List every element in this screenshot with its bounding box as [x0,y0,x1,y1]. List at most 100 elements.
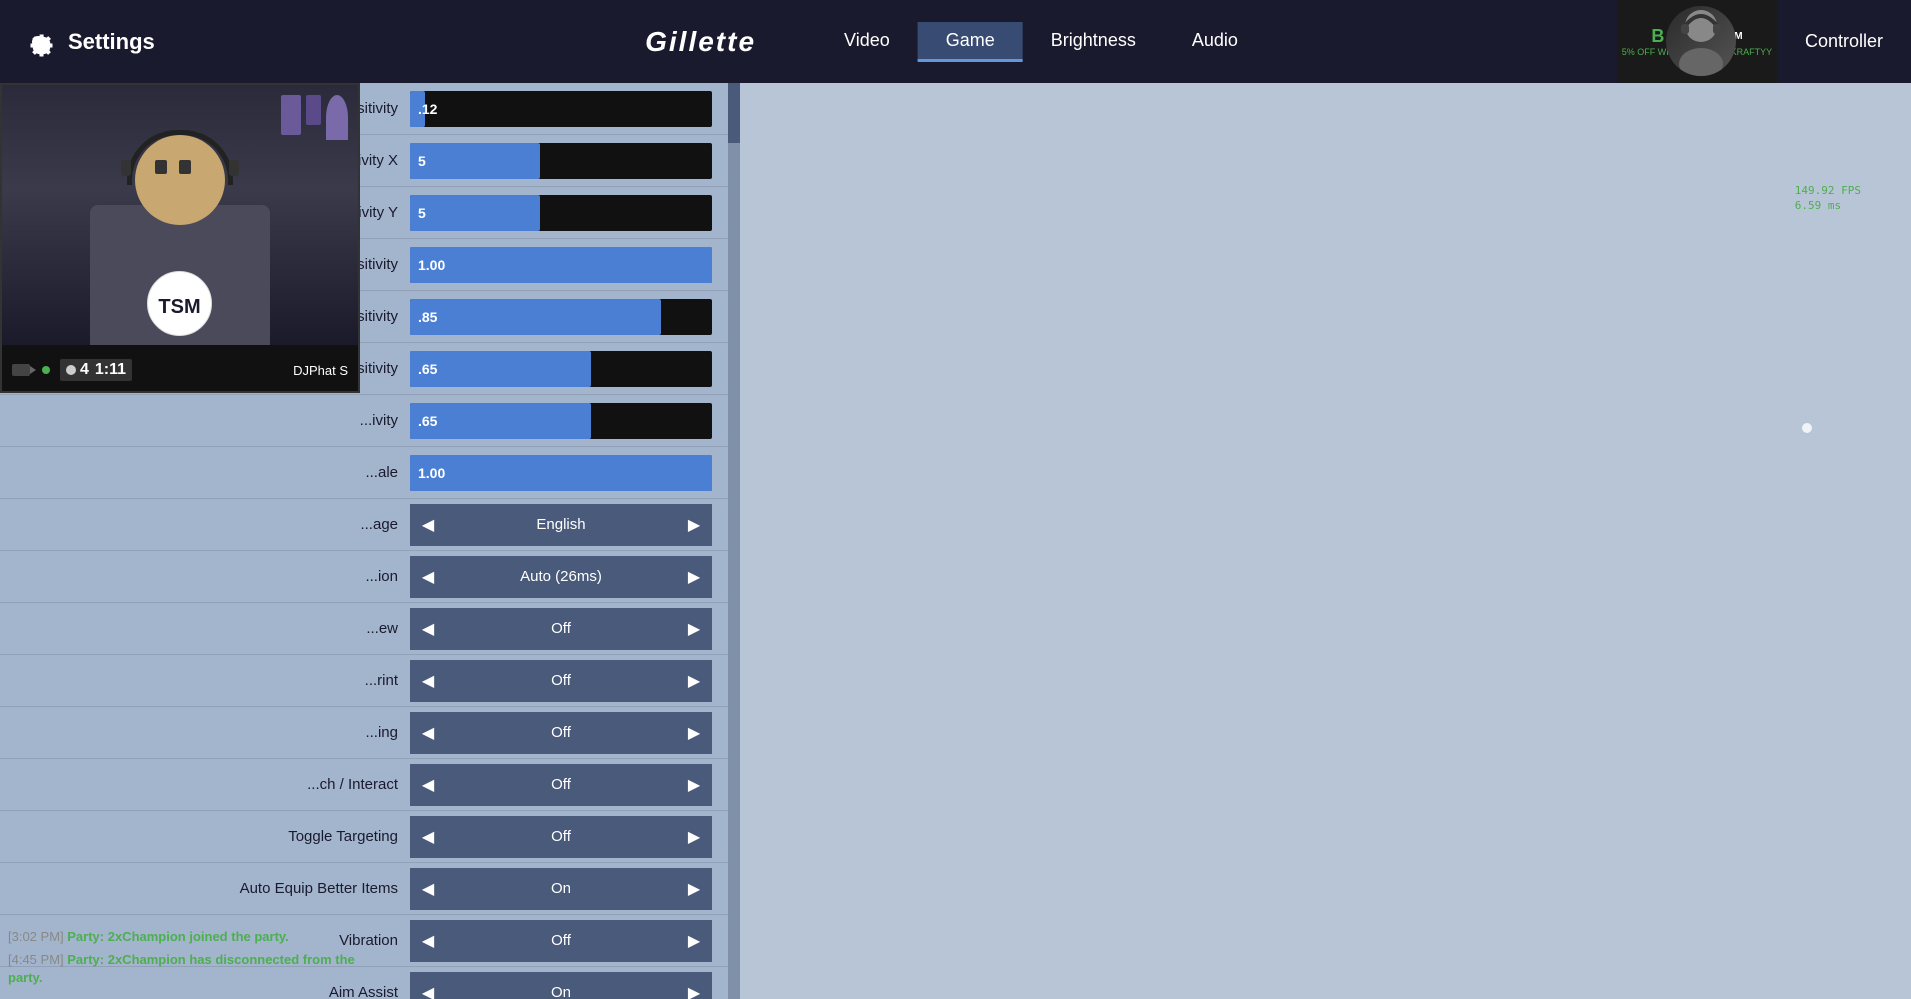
label-auto-equip-better-items: Auto Equip Better Items [0,880,410,897]
toggle-targeting-next-button[interactable]: ▶ [676,816,712,858]
row-footprint: ...rint ◀ Off ▶ [0,655,740,707]
right-area: 149.92 FPS 6.59 ms [740,83,1911,999]
footprint-value: Off [446,660,676,702]
camera-lens-icon [30,366,36,374]
vibration-prev-button[interactable]: ◀ [410,920,446,962]
control-controller-sensitivity-x[interactable]: 5 [410,135,740,186]
search-interact-value: Off [446,764,676,806]
control-aim-assist: ◀ On ▶ [410,967,740,999]
slider-fill-scope: .85 [410,299,661,335]
selector-search-interact: ◀ Off ▶ [410,764,712,806]
header-right: B TSMSHOP.COM 5% OFF WITH CODE TSMKRAFTY… [1617,0,1911,83]
avatar-circle [1666,6,1736,76]
chat-overlay: [3:02 PM] Party: 2xChampion joined the p… [0,920,400,999]
selector-footprint: ◀ Off ▶ [410,660,712,702]
streamer-avatar [1651,0,1751,83]
footprint-next-button[interactable]: ▶ [676,660,712,702]
footprint-prev-button[interactable]: ◀ [410,660,446,702]
tab-audio[interactable]: Audio [1164,22,1266,62]
settings-title-area: Settings [0,24,200,60]
cursor [1802,423,1812,433]
aim-assist-value: On [446,972,676,999]
tsm-logo-svg: TSM [147,271,212,336]
slider-ui-scale[interactable]: 1.00 [410,455,712,491]
slider-fill-ads: 1.00 [410,247,712,283]
value-mouse-scope-sensitivity: .85 [418,309,437,325]
webcam-icons [12,364,30,376]
control-controller-sensitivity-y[interactable]: 5 [410,187,740,238]
input-method-next-button[interactable]: ▶ [676,556,712,598]
headphone-left [121,160,131,176]
value-mouse-ads-sensitivity: 1.00 [418,257,445,273]
language-next-button[interactable]: ▶ [676,504,712,546]
search-interact-prev-button[interactable]: ◀ [410,764,446,806]
selector-vibration: ◀ Off ▶ [410,920,712,962]
selector-building: ◀ Off ▶ [410,712,712,754]
auto-equip-next-button[interactable]: ▶ [676,868,712,910]
nav-tabs: Video Game Brightness Audio [816,22,1266,62]
control-auto-equip-better-items: ◀ On ▶ [410,863,740,914]
selector-aim-assist: ◀ On ▶ [410,972,712,999]
vibration-next-button[interactable]: ▶ [676,920,712,962]
live-dot [42,366,50,374]
slider-fill-mouse-sensitivity: .12 [410,91,425,127]
region-preview-next-button[interactable]: ▶ [676,608,712,650]
aim-assist-next-button[interactable]: ▶ [676,972,712,999]
toggle-targeting-prev-button[interactable]: ◀ [410,816,446,858]
control-ui-scale[interactable]: 1.00 [410,447,740,498]
slider-mouse-sensitivity[interactable]: .12 [410,91,712,127]
slider-mouse-ads-sensitivity[interactable]: 1.00 [410,247,712,283]
slider-controller-sensitivity-x[interactable]: 5 [410,143,712,179]
row-language: ...age ◀ English ▶ [0,499,740,551]
slider-fill-cads: .65 [410,351,591,387]
row-search-interact: ...ch / Interact ◀ Off ▶ [0,759,740,811]
control-controller-scope-sensitivity[interactable]: .65 [410,395,740,446]
row-toggle-targeting: Toggle Targeting ◀ Off ▶ [0,811,740,863]
fps-line2: 6.59 ms [1795,198,1861,213]
control-controller-ads-sensitivity[interactable]: .65 [410,343,740,394]
kills-count: 4 [80,361,89,379]
slider-fill-x: 5 [410,143,540,179]
slider-controller-scope-sensitivity[interactable]: .65 [410,403,712,439]
label-input-method: ...ion [0,568,410,585]
building-next-button[interactable]: ▶ [676,712,712,754]
tsm-logo: TSM [147,271,212,336]
tab-controller[interactable]: Controller [1777,23,1911,60]
input-method-prev-button[interactable]: ◀ [410,556,446,598]
language-prev-button[interactable]: ◀ [410,504,446,546]
slider-controller-ads-sensitivity[interactable]: .65 [410,351,712,387]
tab-video[interactable]: Video [816,22,918,62]
label-controller-scope-sensitivity: ...ivity [0,412,410,429]
slider-mouse-scope-sensitivity[interactable]: .85 [410,299,712,335]
header-nav: Gillette Video Game Brightness Audio [645,22,1266,62]
search-interact-next-button[interactable]: ▶ [676,764,712,806]
decor-1 [281,95,301,135]
tab-game[interactable]: Game [918,22,1023,62]
input-method-value: Auto (26ms) [446,556,676,598]
control-footprint: ◀ Off ▶ [410,655,740,706]
building-prev-button[interactable]: ◀ [410,712,446,754]
control-mouse-ads-sensitivity[interactable]: 1.00 [410,239,740,290]
slider-controller-sensitivity-y[interactable]: 5 [410,195,712,231]
control-mouse-scope-sensitivity[interactable]: .85 [410,291,740,342]
row-input-method: ...ion ◀ Auto (26ms) ▶ [0,551,740,603]
region-preview-value: Off [446,608,676,650]
region-preview-prev-button[interactable]: ◀ [410,608,446,650]
label-language: ...age [0,516,410,533]
value-controller-ads-sensitivity: .65 [418,361,437,377]
row-ui-scale: ...ale 1.00 [0,447,740,499]
scrollbar-thumb[interactable] [728,83,740,143]
auto-equip-prev-button[interactable]: ◀ [410,868,446,910]
scrollbar[interactable] [728,83,740,999]
headphone-right [229,160,239,176]
aim-assist-prev-button[interactable]: ◀ [410,972,446,999]
control-mouse-sensitivity[interactable]: .12 [410,83,740,134]
label-footprint: ...rint [0,672,410,689]
selector-toggle-targeting: ◀ Off ▶ [410,816,712,858]
fps-counter: 149.92 FPS 6.59 ms [1795,183,1861,214]
selector-language: ◀ English ▶ [410,504,712,546]
tab-brightness[interactable]: Brightness [1023,22,1164,62]
shelf-decorations [281,95,348,140]
header: Settings Gillette Video Game Brightness … [0,0,1911,83]
control-search-interact: ◀ Off ▶ [410,759,740,810]
